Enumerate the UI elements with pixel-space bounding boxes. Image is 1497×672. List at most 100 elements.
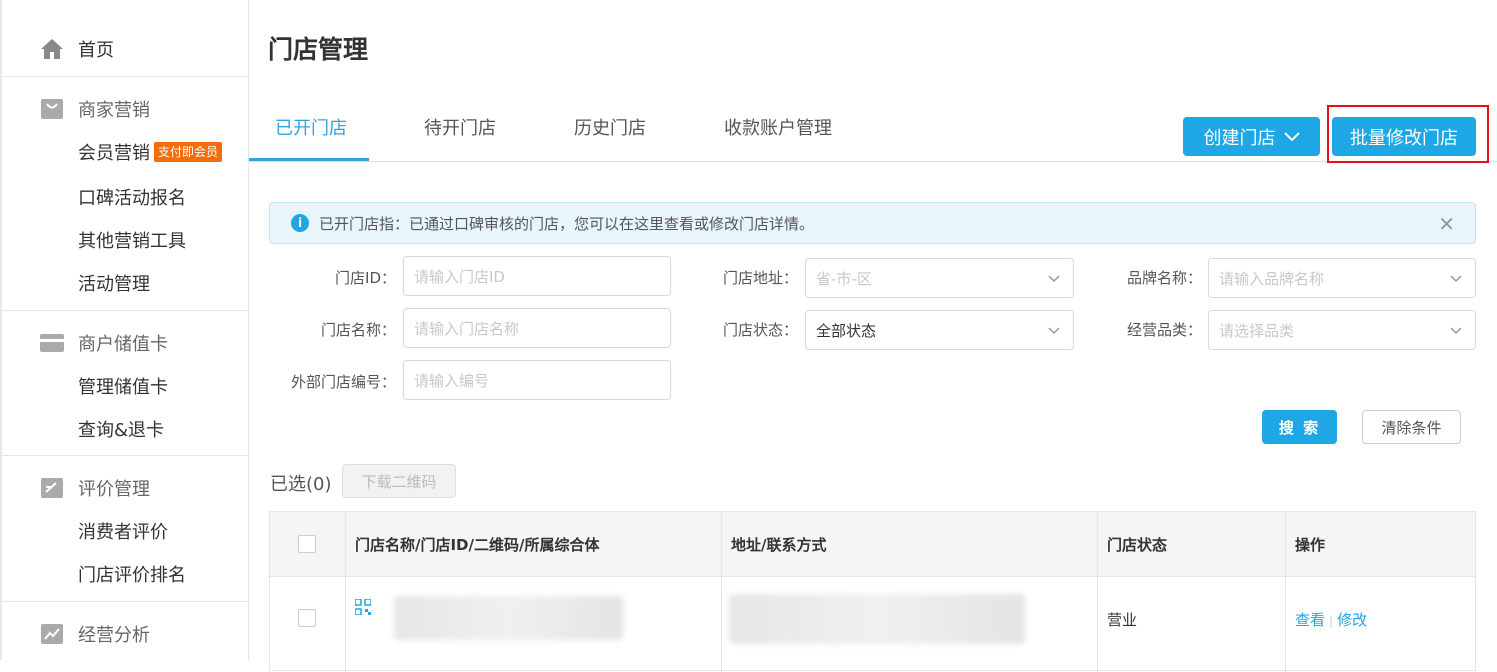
sidebar-divider [2, 455, 249, 456]
brand-name-select[interactable]: 请输入品牌名称 [1208, 258, 1476, 298]
home-icon [40, 37, 64, 61]
sidebar: 首页 商家营销 会员营销 支付即会员 口碑活动报名 其他营销工具 活动管理 商户… [0, 0, 249, 660]
sidebar-home-label: 首页 [78, 40, 114, 61]
sidebar-item-label: 口碑活动报名 [78, 188, 186, 209]
promo-badge: 支付即会员 [154, 142, 223, 162]
sidebar-group-analytics[interactable]: 经营分析 [40, 621, 150, 647]
chevron-down-icon [1450, 275, 1462, 283]
input-placeholder: 请输入门店名称 [414, 319, 520, 338]
sidebar-item-activity-mgmt[interactable]: 活动管理 [78, 270, 150, 296]
sidebar-group-label: 评价管理 [78, 479, 150, 500]
input-placeholder: 请输入门店ID [414, 267, 505, 286]
store-id-input[interactable]: 请输入门店ID [403, 256, 671, 296]
store-name-input[interactable]: 请输入门店名称 [403, 308, 671, 348]
store-status-label: 门店状态： [722, 321, 798, 339]
sidebar-item-label: 消费者评价 [78, 522, 168, 543]
sidebar-group-label: 商户储值卡 [78, 334, 168, 355]
sidebar-group-label: 经营分析 [78, 625, 150, 646]
row-checkbox[interactable] [298, 609, 316, 627]
action-separator: | [1329, 614, 1334, 628]
column-divider [345, 512, 346, 672]
sidebar-item-other-tools[interactable]: 其他营销工具 [78, 227, 186, 253]
shopping-bag-icon [40, 97, 64, 121]
edit-icon [40, 476, 64, 500]
sidebar-item-home[interactable]: 首页 [40, 36, 114, 62]
redacted-address [729, 594, 1025, 644]
input-placeholder: 请输入品牌名称 [1219, 269, 1325, 288]
sidebar-group-marketing[interactable]: 商家营销 [40, 96, 150, 122]
sidebar-item-query-refund[interactable]: 查询&退卡 [78, 416, 164, 442]
button-label: 创建门店 [1203, 127, 1276, 149]
qr-code-icon[interactable] [355, 599, 371, 615]
tab-label: 待开门店 [424, 118, 496, 139]
column-header: 地址/联系方式 [731, 536, 827, 554]
sidebar-item-store-ranking[interactable]: 门店评价排名 [78, 561, 186, 587]
row-actions: 查看 | 修改 [1295, 609, 1367, 630]
store-id-label: 门店ID： [335, 269, 396, 287]
brand-name-label: 品牌名称： [1126, 269, 1202, 287]
sidebar-group-label: 商家营销 [78, 100, 150, 121]
input-placeholder: 省-市-区 [816, 269, 872, 288]
page-title: 门店管理 [268, 35, 369, 64]
select-all-checkbox[interactable] [298, 535, 316, 553]
sidebar-item-label: 其他营销工具 [78, 231, 186, 252]
sidebar-item-consumer-reviews[interactable]: 消费者评价 [78, 518, 168, 544]
sidebar-item-label: 门店评价排名 [78, 565, 186, 586]
table-header: 门店名称/门店ID/二维码/所属综合体 地址/联系方式 门店状态 操作 [270, 512, 1475, 577]
tab-open-stores[interactable]: 已开门店 [249, 114, 369, 161]
store-name-label: 门店名称： [320, 321, 396, 339]
category-label: 经营品类： [1126, 321, 1202, 339]
chart-icon [40, 622, 64, 646]
tab-payment-accounts[interactable]: 收款账户管理 [724, 114, 832, 161]
info-icon: i [291, 214, 309, 232]
tab-pending-stores[interactable]: 待开门店 [424, 114, 496, 161]
column-divider [721, 512, 722, 672]
chevron-down-icon [1283, 131, 1300, 141]
select-value: 全部状态 [816, 321, 877, 340]
sidebar-item-koubei-signup[interactable]: 口碑活动报名 [78, 184, 186, 210]
edit-link[interactable]: 修改 [1337, 611, 1367, 629]
store-table: 门店名称/门店ID/二维码/所属综合体 地址/联系方式 门店状态 操作 营业 查… [269, 511, 1476, 672]
column-divider [1097, 512, 1098, 672]
store-address-select[interactable]: 省-市-区 [805, 258, 1074, 298]
external-no-label: 外部门店编号： [290, 373, 396, 391]
selected-count: 已选(0) [270, 474, 332, 495]
info-alert: i 已开门店指：已通过口碑审核的门店，您可以在这里查看或修改门店详情。 ✕ [269, 202, 1476, 244]
category-select[interactable]: 请选择品类 [1208, 310, 1476, 350]
sidebar-item-member-marketing[interactable]: 会员营销 支付即会员 [78, 139, 223, 165]
tab-label: 已开门店 [275, 118, 347, 139]
store-status-select[interactable]: 全部状态 [805, 310, 1074, 350]
clear-conditions-button[interactable]: 清除条件 [1362, 410, 1461, 444]
tab-label: 收款账户管理 [724, 118, 832, 139]
sidebar-divider [2, 76, 249, 77]
view-link[interactable]: 查看 [1295, 611, 1325, 629]
tab-history-stores[interactable]: 历史门店 [574, 114, 646, 161]
sidebar-item-label: 会员营销 [78, 143, 150, 164]
store-status-cell: 营业 [1107, 611, 1138, 629]
input-placeholder: 请选择品类 [1219, 321, 1295, 340]
external-no-input[interactable]: 请输入编号 [403, 360, 671, 400]
sidebar-divider [2, 601, 249, 602]
sidebar-item-label: 查询&退卡 [78, 420, 165, 441]
sidebar-item-label: 管理储值卡 [78, 377, 168, 398]
create-store-button[interactable]: 创建门店 [1183, 117, 1320, 156]
sidebar-divider [2, 310, 249, 311]
sidebar-item-manage-card[interactable]: 管理储值卡 [78, 373, 168, 399]
input-placeholder: 请输入编号 [414, 371, 490, 390]
close-icon[interactable]: ✕ [1438, 212, 1455, 236]
chevron-down-icon [1048, 275, 1060, 283]
store-address-label: 门店地址： [722, 269, 798, 287]
search-button[interactable]: 搜 索 [1262, 410, 1337, 444]
sidebar-item-label: 活动管理 [78, 274, 150, 295]
download-qr-button[interactable]: 下载二维码 [342, 464, 456, 498]
column-header: 门店名称/门店ID/二维码/所属综合体 [355, 536, 600, 554]
chevron-down-icon [1048, 327, 1060, 335]
highlight-box [1327, 105, 1489, 163]
sidebar-group-stored-card[interactable]: 商户储值卡 [40, 330, 168, 356]
alert-text: 已开门店指：已通过口碑审核的门店，您可以在这里查看或修改门店详情。 [319, 214, 815, 233]
column-header: 操作 [1295, 536, 1326, 554]
tab-label: 历史门店 [574, 118, 646, 139]
redacted-store-info [394, 596, 623, 640]
sidebar-group-reviews[interactable]: 评价管理 [40, 475, 150, 501]
column-divider [1285, 512, 1286, 672]
